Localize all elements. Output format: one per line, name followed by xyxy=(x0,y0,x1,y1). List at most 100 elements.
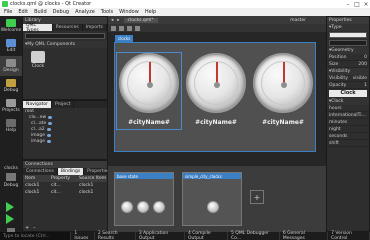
menu-build[interactable]: Build xyxy=(34,9,47,15)
add-state-button[interactable]: + xyxy=(250,190,264,204)
zoom-icon[interactable] xyxy=(135,25,140,31)
bindings-header-row: Item Property Source Item xyxy=(23,175,107,182)
tab-connections[interactable]: Connections xyxy=(23,168,58,175)
clock-dial xyxy=(186,53,246,113)
remove-icon[interactable]: – xyxy=(33,225,39,231)
tab-navigator[interactable]: Navigator xyxy=(23,101,53,108)
state-simple-city-clocks[interactable]: simple_city_clocks xyxy=(182,172,242,226)
tree-row[interactable]: image xyxy=(23,138,107,144)
form-editor-canvas: clocks #cityName# #cityName# #cityName# xyxy=(108,32,326,166)
kit-selector[interactable]: clocks Debug xyxy=(0,166,22,188)
eye-icon[interactable] xyxy=(47,133,52,137)
eye-icon[interactable] xyxy=(48,121,53,125)
output-tab-search[interactable]: 2 Search Results xyxy=(95,231,136,240)
clock-1[interactable]: #cityName# xyxy=(116,52,182,130)
mode-sidebar: Welcome Edit Design Debug Projects Help … xyxy=(0,16,22,240)
output-pane-bar: Type to locate (Ctrl... 1 Issues 2 Searc… xyxy=(0,231,370,240)
menu-analyze[interactable]: Analyze xyxy=(75,9,95,15)
debug-icon xyxy=(6,79,16,87)
output-tab-qml-debugger[interactable]: 5 QML Debugger Co... xyxy=(228,231,280,240)
output-tab-app-output[interactable]: 3 Application Output xyxy=(136,231,185,240)
menu-debug[interactable]: Debug xyxy=(53,9,69,15)
eye-icon[interactable] xyxy=(47,139,52,143)
branch-label: master xyxy=(290,17,306,23)
type-field[interactable] xyxy=(329,32,367,38)
tab-bindings[interactable]: Bindings xyxy=(57,168,85,175)
tab-resources[interactable]: Resources xyxy=(53,24,83,31)
library-tabs: QML Types Resources Imports xyxy=(23,23,107,33)
output-tab-issues[interactable]: 1 Issues xyxy=(71,231,95,240)
clocks-root-item[interactable]: clocks #cityName# #cityName# #cityName# xyxy=(114,35,316,152)
reset-icon[interactable] xyxy=(127,25,132,31)
city-name-label: #cityName# xyxy=(128,119,170,126)
needle xyxy=(149,62,151,84)
prop-opacity[interactable]: Opacity 1 xyxy=(327,82,369,89)
prop-visibility[interactable]: Visibility visible xyxy=(327,75,369,82)
prop-night[interactable]: night xyxy=(327,126,369,133)
form-editor-toolbar xyxy=(108,24,326,32)
connections-panel: Connections Connections Bindings Propert… xyxy=(22,160,114,232)
back-icon[interactable]: ◂ xyxy=(111,18,113,23)
prop-position[interactable]: Position 0 xyxy=(327,54,369,61)
eye-icon[interactable] xyxy=(48,115,53,119)
component-icon xyxy=(31,51,45,63)
design-icon xyxy=(6,59,16,67)
properties-header: Properties xyxy=(327,17,369,24)
city-name-label: #cityName# xyxy=(262,119,304,126)
mode-projects[interactable]: Projects xyxy=(0,96,22,116)
prop-size[interactable]: Size 200 xyxy=(327,61,369,68)
tab-project[interactable]: Project xyxy=(52,101,75,108)
add-icon[interactable]: + xyxy=(25,225,31,231)
snap-icon[interactable] xyxy=(111,25,116,31)
output-tab-compile[interactable]: 4 Compile Output xyxy=(185,231,228,240)
close-icon[interactable]: × xyxy=(362,0,370,8)
eye-icon[interactable] xyxy=(46,127,51,131)
file-tab[interactable]: clocks.qml* xyxy=(123,17,158,23)
id-field[interactable] xyxy=(329,40,367,46)
mode-welcome[interactable]: Welcome xyxy=(0,16,22,36)
mode-debug[interactable]: Debug xyxy=(0,76,22,96)
prop-seconds[interactable]: seconds xyxy=(327,133,369,140)
properties-panel: Properties ▾ Type ▾ Geometry Position 0 S… xyxy=(326,16,370,232)
type-section: ▾ Type xyxy=(327,24,369,31)
menu-edit[interactable]: Edit xyxy=(18,9,28,15)
menu-tools[interactable]: Tools xyxy=(101,9,113,15)
maximize-icon[interactable]: □ xyxy=(353,0,361,8)
state-base[interactable]: base state xyxy=(114,172,174,226)
debug-run-icon[interactable] xyxy=(6,214,14,224)
prop-minutes[interactable]: minutes xyxy=(327,119,369,126)
output-tab-vcs[interactable]: 7 Version Control xyxy=(328,231,370,240)
table-row[interactable]: clock1 cit... clock1 xyxy=(23,182,107,189)
table-row[interactable]: clock1 cit... clock1 xyxy=(23,189,107,196)
forward-icon[interactable]: ▸ xyxy=(117,18,119,23)
output-tab-general[interactable]: 6 General Messages xyxy=(280,231,329,240)
window-title: clocks.qml @ clocks - Qt Creator xyxy=(10,1,92,7)
clock-3[interactable]: #cityName# xyxy=(251,53,315,129)
library-item-clock[interactable]: Clock xyxy=(27,51,49,69)
prop-hours[interactable]: hours xyxy=(327,105,369,112)
qt-logo-icon xyxy=(6,19,16,27)
anchor-icon[interactable] xyxy=(119,25,124,31)
prop-shift[interactable]: shift xyxy=(327,140,369,147)
connections-header: Connections xyxy=(23,161,107,168)
clock-dial xyxy=(253,53,313,113)
menu-file[interactable]: File xyxy=(4,9,12,15)
minimize-icon[interactable]: – xyxy=(344,0,352,8)
mode-help[interactable]: Help xyxy=(0,116,22,136)
tab-imports[interactable]: Imports xyxy=(83,24,107,31)
tab-qml-types[interactable]: QML Types xyxy=(23,23,53,33)
mode-design[interactable]: Design xyxy=(0,56,22,76)
library-filter-input[interactable] xyxy=(25,33,105,39)
state-thumbnail xyxy=(207,201,219,213)
locator-input[interactable]: Type to locate (Ctrl... xyxy=(0,232,72,240)
menu-help[interactable]: Help xyxy=(145,9,156,15)
type-name-label: Clock xyxy=(329,90,367,97)
clock-2[interactable]: #cityName# xyxy=(184,53,248,129)
clock-dial xyxy=(119,53,179,113)
prop-internationaltime[interactable]: internationalTi... xyxy=(327,112,369,119)
editor-toolbar: ◂ ▸ clocks.qml* master xyxy=(108,16,326,24)
menu-window[interactable]: Window xyxy=(119,9,139,15)
run-icon[interactable] xyxy=(6,202,14,212)
edit-icon xyxy=(6,39,16,47)
mode-edit[interactable]: Edit xyxy=(0,36,22,56)
